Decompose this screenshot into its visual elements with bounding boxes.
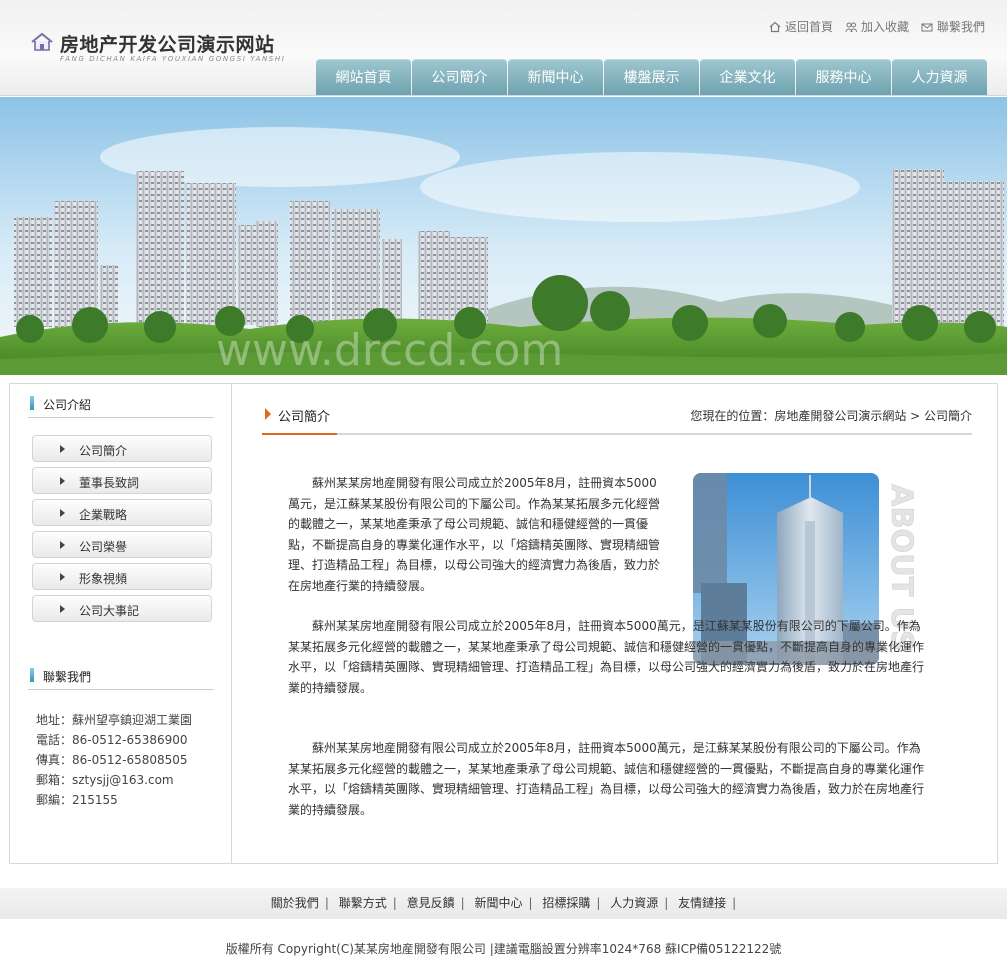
main-nav: 網站首頁 公司簡介 新聞中心 樓盤展示 企業文化 服務中心 人力資源 [316, 59, 987, 95]
heading-bar-icon [30, 396, 34, 410]
footer-link-hr[interactable]: 人力資源 [607, 896, 661, 910]
copyright: 版權所有 Copyright(C)某某房地産開發有限公司 |建議電腦設置分辨率1… [225, 942, 782, 956]
site-title: 房地产开发公司演示网站 [60, 34, 275, 56]
arrow-right-icon [60, 509, 65, 517]
footer-link-about[interactable]: 關於我們 [268, 896, 322, 910]
footer-link-contact[interactable]: 聯繫方式 [336, 896, 390, 910]
main-panel: 公司介紹 公司簡介 董事長致詞 企業戰略 公司榮譽 形象視頻 公司大事記 聯繫我… [9, 383, 998, 864]
sidebar-item-label: 形象視頻 [79, 572, 128, 586]
sidebar-item-profile[interactable]: 公司簡介 [32, 435, 212, 462]
intro-paragraph-1: 蘇州某某房地産開發有限公司成立於2005年8月，註冊資本5000萬元，是江蘇某某… [288, 476, 661, 593]
contact-postcode: 郵編：215155 [36, 793, 118, 807]
home-link[interactable]: 返回首頁 [769, 18, 833, 35]
sidebar-item-label: 企業戰略 [79, 508, 128, 522]
top-links: 返回首頁 加入收藏 聯繫我們 [769, 18, 985, 35]
intro-paragraph-2: 蘇州某某房地産開發有限公司成立於2005年8月，註冊資本5000萬元，是江蘇某某… [288, 619, 925, 695]
sidebar: 公司介紹 公司簡介 董事長致詞 企業戰略 公司榮譽 形象視頻 公司大事記 聯繫我… [10, 384, 232, 863]
contact-fax: 傳真：86-0512-65808505 [36, 753, 188, 767]
footer-links: 關於我們 | 聯繫方式 | 意見反饋 | 新聞中心 | 招標採購 | 人力資源 | 友情鏈接… [0, 888, 1007, 919]
sidebar-item-label: 公司大事記 [79, 604, 140, 618]
sidebar-menu: 公司簡介 董事長致詞 企業戰略 公司榮譽 形象視頻 公司大事記 [32, 435, 212, 627]
sidebar-item-label: 公司榮譽 [79, 540, 128, 554]
sidebar-about-heading: 公司介紹 [28, 396, 214, 418]
home-icon [769, 21, 781, 32]
contact-link[interactable]: 聯繫我們 [921, 18, 985, 35]
footer-link-friends[interactable]: 友情鏈接 [675, 896, 729, 910]
nav-service[interactable]: 服務中心 [796, 59, 891, 95]
nav-news[interactable]: 新聞中心 [508, 59, 603, 95]
sidebar-item-chairman[interactable]: 董事長致詞 [32, 467, 212, 494]
sidebar-item-label: 董事長致詞 [79, 476, 140, 490]
arrow-right-icon [60, 605, 65, 613]
arrow-right-icon [60, 477, 65, 485]
sidebar-item-video[interactable]: 形象視頻 [32, 563, 212, 590]
nav-home[interactable]: 網站首頁 [316, 59, 411, 95]
header: 房地产开发公司演示网站 FANG DICHAN KAIFA YOUXIAN GO… [0, 0, 1007, 96]
content-header: 公司簡介 您現在的位置：房地產開發公司演示網站 > 公司簡介 [262, 406, 972, 435]
sidebar-item-milestones[interactable]: 公司大事記 [32, 595, 212, 622]
contact-address: 地址：蘇州望亭鎮迎湖工業園 [36, 713, 193, 727]
heading-bar-icon [30, 668, 34, 682]
sidebar-item-label: 公司簡介 [79, 444, 128, 458]
arrow-right-icon [60, 573, 65, 581]
bookmark-link-label: 加入收藏 [860, 20, 909, 34]
title-underline [262, 433, 337, 435]
sidebar-item-strategy[interactable]: 企業戰略 [32, 499, 212, 526]
nav-properties[interactable]: 樓盤展示 [604, 59, 699, 95]
footer-link-feedback[interactable]: 意見反饋 [404, 896, 458, 910]
nav-about[interactable]: 公司簡介 [412, 59, 507, 95]
intro-paragraph-3: 蘇州某某房地産開發有限公司成立於2005年8月，註冊資本5000萬元，是江蘇某某… [288, 741, 925, 817]
sidebar-about-heading-label: 公司介紹 [43, 398, 92, 412]
nav-culture[interactable]: 企業文化 [700, 59, 795, 95]
title-marker-icon [265, 408, 271, 420]
mail-icon [921, 23, 933, 31]
contact-link-label: 聯繫我們 [936, 20, 985, 34]
sidebar-item-honors[interactable]: 公司榮譽 [32, 531, 212, 558]
sidebar-contact-heading: 聯繫我們 [28, 668, 214, 690]
breadcrumb: 您現在的位置：房地產開發公司演示網站 > 公司簡介 [690, 409, 972, 423]
site-subtitle: FANG DICHAN KAIFA YOUXIAN GONGSI YANSHI [60, 55, 286, 63]
home-link-label: 返回首頁 [784, 20, 833, 34]
banner-watermark: www.drccd.com [216, 325, 563, 375]
arrow-right-icon [60, 541, 65, 549]
nav-hr[interactable]: 人力資源 [892, 59, 987, 95]
bookmark-link[interactable]: 加入收藏 [845, 18, 909, 35]
house-icon [31, 32, 53, 51]
content-area: 公司簡介 您現在的位置：房地產開發公司演示網站 > 公司簡介 ABOUT US … [262, 384, 972, 863]
arrow-right-icon [60, 445, 65, 453]
contact-email[interactable]: 郵箱：sztysjj@163.com [36, 770, 192, 790]
sidebar-contact-heading-label: 聯繫我們 [43, 670, 92, 684]
page-title: 公司簡介 [278, 410, 331, 425]
contact-info: 地址：蘇州望亭鎮迎湖工業園 電話：86-0512-65386900 傳真：86-… [36, 710, 192, 810]
footer-link-news[interactable]: 新聞中心 [471, 896, 525, 910]
banner-image: www.drccd.com [0, 97, 1007, 375]
users-icon [845, 22, 857, 32]
footer-link-procurement[interactable]: 招標採購 [539, 896, 593, 910]
contact-phone: 電話：86-0512-65386900 [36, 733, 188, 747]
